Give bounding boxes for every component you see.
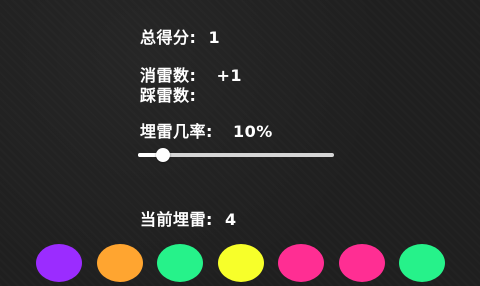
game-screen: 总得分: 1 消雷数: +1 踩雷数: 埋雷几率: 10% 当前埋雷: 4: [0, 0, 480, 286]
color-button-4-yellow[interactable]: [217, 244, 264, 282]
current-mines-label: 当前埋雷:: [140, 210, 213, 229]
color-button-1-purple[interactable]: [36, 244, 82, 282]
mine-rate-slider[interactable]: [138, 148, 334, 162]
color-palette: [0, 244, 480, 284]
total-score: 总得分: 1: [140, 24, 220, 48]
slider-thumb[interactable]: [156, 148, 171, 162]
total-score-label: 总得分:: [140, 28, 197, 47]
color-button-3-green[interactable]: [157, 244, 203, 282]
total-score-value: 1: [208, 28, 221, 47]
color-button-5-pink[interactable]: [278, 244, 324, 282]
stepped-count: 踩雷数:: [140, 82, 208, 106]
mine-rate-value: 10%: [232, 122, 273, 141]
color-button-7-green[interactable]: [399, 244, 445, 282]
stepped-count-label: 踩雷数:: [140, 86, 197, 105]
mine-rate-label: 埋雷几率:: [140, 122, 213, 141]
mine-rate: 埋雷几率: 10%: [140, 118, 273, 142]
current-mines-value: 4: [224, 210, 237, 229]
current-mines: 当前埋雷: 4: [140, 206, 237, 230]
color-button-6-pink[interactable]: [338, 244, 385, 282]
cleared-count-value: +1: [216, 66, 243, 85]
color-button-2-orange[interactable]: [96, 244, 143, 282]
